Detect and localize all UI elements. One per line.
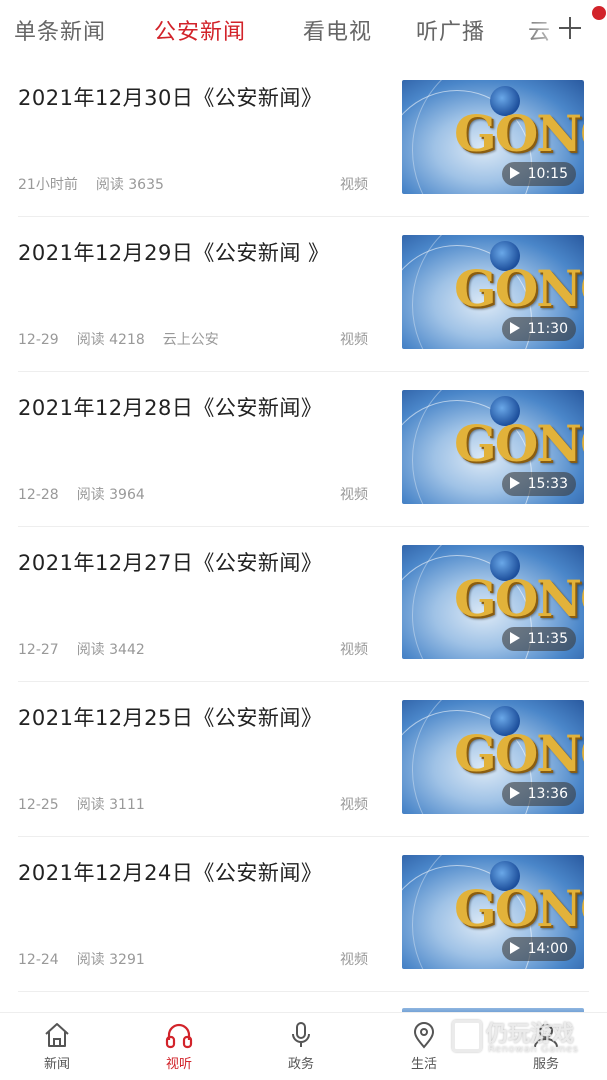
item-title: 2021年12月25日《公安新闻》: [18, 706, 323, 730]
item-title: 2021年12月30日《公安新闻》: [18, 86, 323, 110]
tab-radio[interactable]: 听广播: [416, 14, 485, 46]
list-item[interactable]: 2021年12月29日《公安新闻 》 12-29 阅读 4218 云上公安 视频 G…: [18, 217, 589, 372]
home-icon: [45, 1023, 69, 1047]
item-meta: 12-25 阅读 3111: [18, 794, 163, 814]
play-icon: [509, 167, 520, 179]
play-icon: [509, 787, 520, 799]
list-item[interactable]: 2021年12月27日《公安新闻》 12-27 阅读 3442 视频 GONG 1…: [18, 527, 589, 682]
video-duration-badge: 15:33: [501, 472, 576, 496]
nav-av-label: 视听: [165, 1057, 192, 1072]
video-duration-badge: 11:35: [501, 627, 576, 651]
item-type: 视频: [340, 177, 368, 193]
tab-watch-tv[interactable]: 看电视: [303, 14, 372, 46]
add-channel-icon[interactable]: [556, 14, 586, 44]
headphones-icon: [165, 1023, 193, 1049]
thumb-logo-text: GONG: [454, 259, 584, 318]
watermark: 仍玩游戏 Renowan Games: [448, 1014, 598, 1064]
thumb-logo-text: GONG: [454, 104, 584, 163]
item-type: 视频: [340, 642, 368, 658]
thumb-logo-text: GONG: [454, 879, 584, 938]
play-icon: [509, 632, 520, 644]
location-pin-icon: [413, 1022, 435, 1049]
item-meta: 12-28 阅读 3964: [18, 484, 163, 504]
nav-news[interactable]: 新闻: [17, 1021, 97, 1072]
item-type: 视频: [340, 797, 368, 813]
nav-government[interactable]: 政务: [261, 1021, 341, 1072]
video-duration-badge: 11:30: [501, 317, 576, 341]
video-duration-badge: 14:00: [501, 937, 576, 961]
video-thumbnail[interactable]: GONG 11:30: [402, 235, 584, 349]
nav-news-label: 新闻: [43, 1057, 70, 1072]
thumb-logo-text: GONG: [454, 414, 584, 473]
thumb-logo-text: GONG: [454, 569, 584, 628]
list-item[interactable]: 2021年12月30日《公安新闻》 21小时前 阅读 3635 视频 GONG 1…: [18, 62, 589, 217]
item-type: 视频: [340, 332, 368, 348]
video-thumbnail[interactable]: GONG 13:36: [402, 700, 584, 814]
item-meta: 21小时前 阅读 3635: [18, 174, 182, 194]
item-title: 2021年12月27日《公安新闻》: [18, 551, 323, 575]
item-time: 12-24: [18, 952, 59, 968]
top-tab-bar: 单条新闻 公安新闻 看电视 听广播 云: [0, 0, 607, 62]
item-time: 12-25: [18, 797, 59, 813]
thumb-logo-text: GONG: [454, 724, 584, 783]
video-thumbnail[interactable]: GONG 10:15: [402, 80, 584, 194]
play-icon: [509, 942, 520, 954]
watermark-subtext: Renowan Games: [488, 1044, 579, 1055]
list-item[interactable]: 2021年12月25日《公安新闻》 12-25 阅读 3111 视频 GONG 1…: [18, 682, 589, 837]
item-meta: 12-27 阅读 3442: [18, 639, 163, 659]
item-time: 12-28: [18, 487, 59, 503]
item-time: 12-29: [18, 332, 59, 348]
video-duration-badge: 13:36: [501, 782, 576, 806]
item-reads: 阅读 4218: [76, 332, 145, 348]
video-thumbnail[interactable]: GONG 15:33: [402, 390, 584, 504]
nav-government-label: 政务: [287, 1057, 314, 1072]
item-source: 云上公安: [162, 332, 219, 348]
item-title: 2021年12月28日《公安新闻》: [18, 396, 323, 420]
item-meta: 12-24 阅读 3291: [18, 949, 163, 969]
item-time: 12-27: [18, 642, 59, 658]
play-icon: [509, 477, 520, 489]
notification-dot: [592, 6, 606, 20]
nav-av[interactable]: 视听: [139, 1021, 219, 1072]
watermark-logo: [452, 1020, 482, 1052]
item-reads: 阅读 3442: [76, 642, 145, 658]
tab-single-news[interactable]: 单条新闻: [14, 14, 106, 46]
list-item[interactable]: 2021年12月28日《公安新闻》 12-28 阅读 3964 视频 GONG 1…: [18, 372, 589, 527]
item-title: 2021年12月24日《公安新闻》: [18, 861, 323, 885]
list-item[interactable]: 2021年12月24日《公安新闻》 12-24 阅读 3291 视频 GONG 1…: [18, 837, 589, 992]
video-thumbnail[interactable]: GONG 11:35: [402, 545, 584, 659]
item-reads: 阅读 3111: [76, 797, 145, 813]
video-thumbnail[interactable]: GONG 14:00: [402, 855, 584, 969]
item-type: 视频: [340, 487, 368, 503]
item-reads: 阅读 3635: [95, 177, 164, 193]
item-reads: 阅读 3291: [76, 952, 145, 968]
play-icon: [509, 322, 520, 334]
item-time: 21小时前: [18, 177, 78, 193]
microphone-icon: [292, 1022, 310, 1047]
item-title: 2021年12月29日《公安新闻 》: [18, 241, 330, 265]
item-reads: 阅读 3964: [76, 487, 145, 503]
news-list: 2021年12月30日《公安新闻》 21小时前 阅读 3635 视频 GONG 1…: [0, 62, 607, 992]
video-duration-badge: 10:15: [501, 162, 576, 186]
tab-police-news[interactable]: 公安新闻: [154, 14, 246, 46]
item-type: 视频: [340, 952, 368, 968]
item-meta: 12-29 阅读 4218 云上公安: [18, 329, 237, 349]
